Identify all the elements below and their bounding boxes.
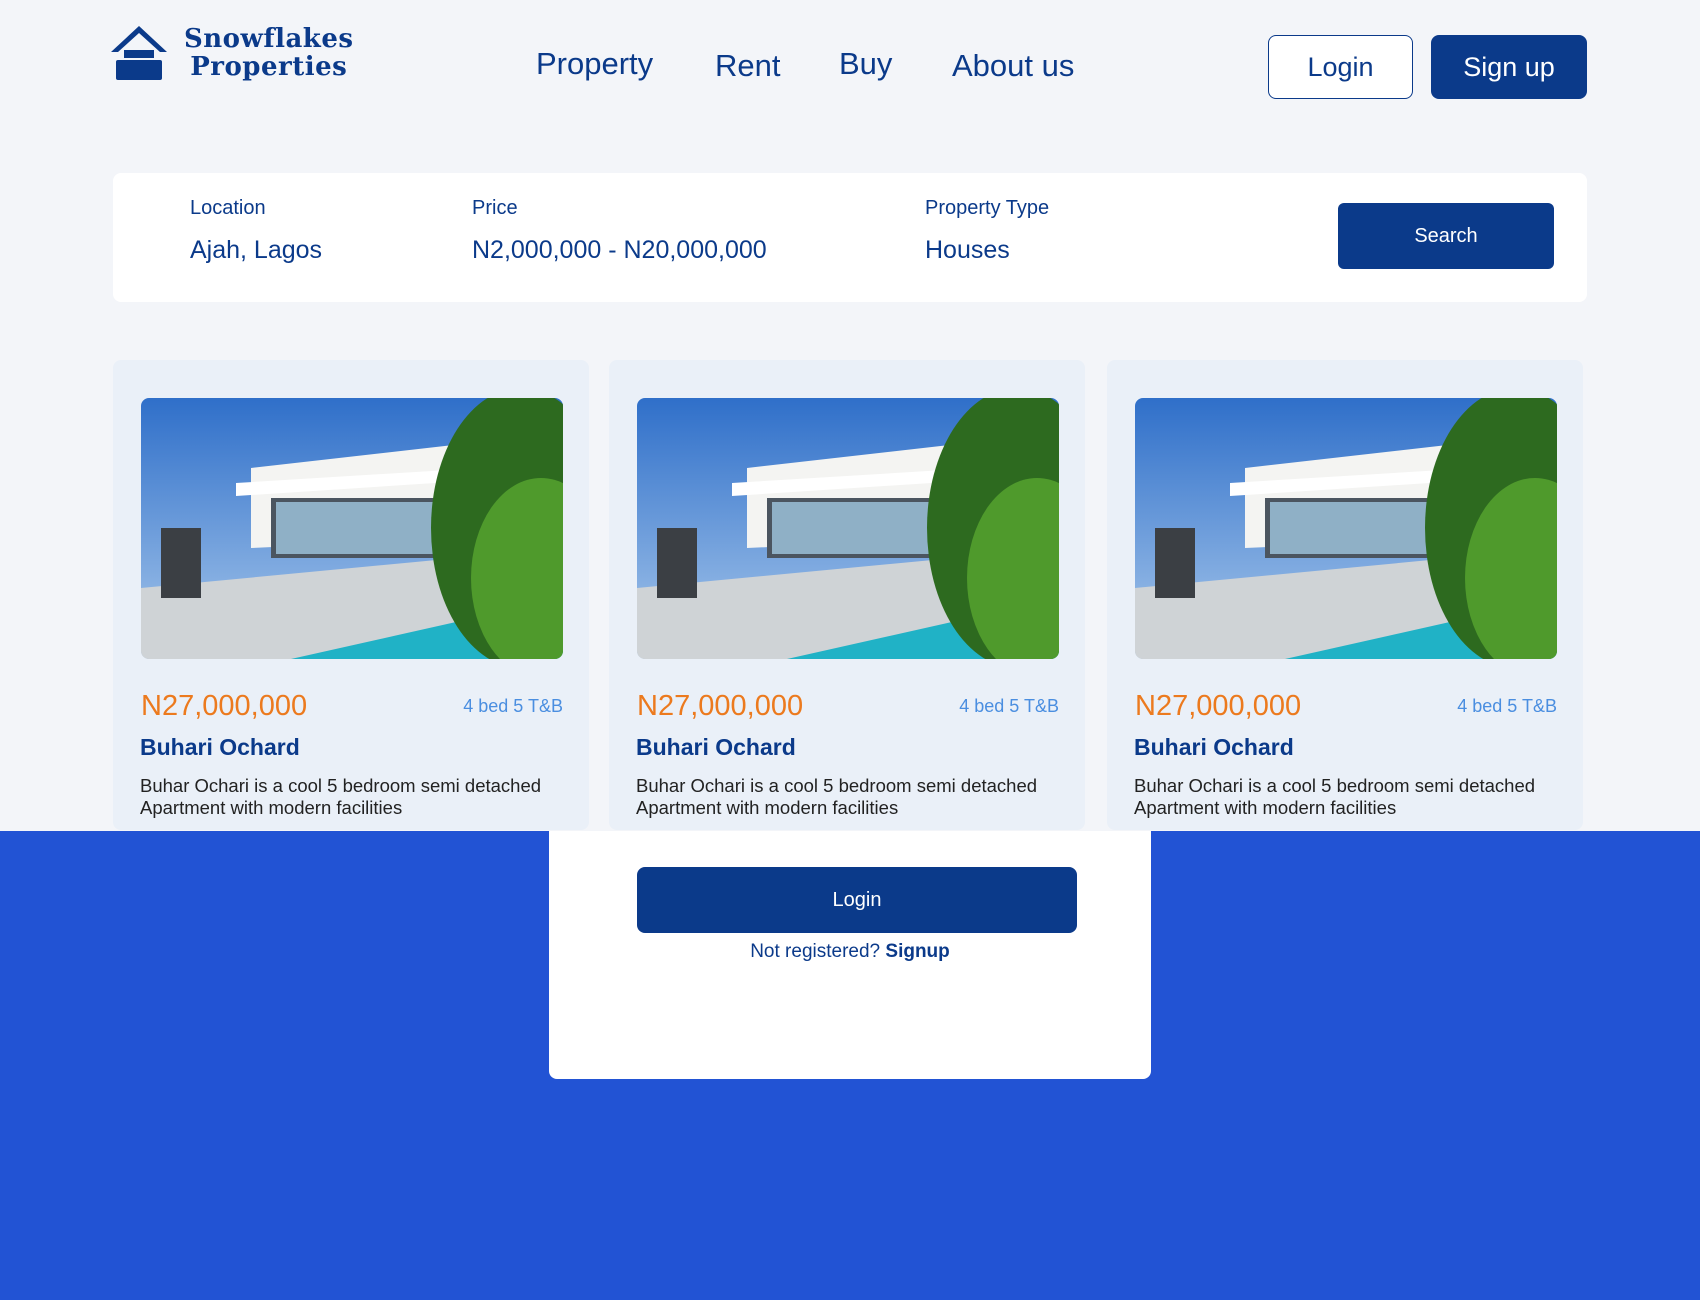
signup-prompt-text: Not registered? <box>750 941 881 962</box>
property-title[interactable]: Buhari Ochard <box>140 734 300 761</box>
property-price: N27,000,000 <box>637 690 804 722</box>
house-photo-image <box>1135 398 1557 659</box>
property-specs: 4 bed 5 T&B <box>1457 696 1557 716</box>
search-button[interactable]: Search <box>1338 203 1554 269</box>
property-price: N27,000,000 <box>141 690 308 722</box>
nav-buy[interactable]: Buy <box>839 46 892 82</box>
property-image[interactable] <box>637 398 1059 659</box>
property-title[interactable]: Buhari Ochard <box>1134 734 1294 761</box>
signup-button[interactable]: Sign up <box>1431 35 1587 99</box>
modal-login-button[interactable]: Login <box>637 867 1077 933</box>
location-label: Location <box>190 197 266 219</box>
property-specs: 4 bed 5 T&B <box>959 696 1059 716</box>
house-logo-icon <box>111 26 167 80</box>
property-image[interactable] <box>141 398 563 659</box>
property-type-label: Property Type <box>925 197 1050 219</box>
house-photo-image <box>637 398 1059 659</box>
property-description: Buhar Ochari is a cool 5 bedroom semi de… <box>140 775 542 818</box>
nav-rent[interactable]: Rent <box>715 48 780 84</box>
location-value[interactable]: Ajah, Lagos <box>190 236 322 265</box>
price-field[interactable]: Price N2,000,000 - N20,000,000 <box>472 197 767 265</box>
location-field[interactable]: Location Ajah, Lagos <box>190 197 322 265</box>
property-description: Buhar Ochari is a cool 5 bedroom semi de… <box>1134 775 1536 818</box>
nav-property[interactable]: Property <box>536 46 653 82</box>
property-title[interactable]: Buhari Ochard <box>636 734 796 761</box>
login-modal: Login Not registered? Signup <box>549 831 1151 1079</box>
house-photo-image <box>141 398 563 659</box>
property-card[interactable]: N27,000,000 4 bed 5 T&B Buhari Ochard Bu… <box>1107 360 1583 830</box>
price-value[interactable]: N2,000,000 - N20,000,000 <box>472 236 767 265</box>
property-type-value[interactable]: Houses <box>925 236 1049 265</box>
property-specs: 4 bed 5 T&B <box>463 696 563 716</box>
brand-name-line1: Snowflakes <box>184 24 354 54</box>
signup-link[interactable]: Signup <box>885 941 949 962</box>
property-image[interactable] <box>1135 398 1557 659</box>
brand-logo[interactable]: Snowflakes Properties <box>110 24 354 82</box>
login-button[interactable]: Login <box>1268 35 1413 99</box>
property-type-field[interactable]: Property Type Houses <box>925 197 1049 265</box>
price-label: Price <box>472 197 518 219</box>
brand-name-line2: Properties <box>190 52 348 82</box>
property-description: Buhar Ochari is a cool 5 bedroom semi de… <box>636 775 1038 818</box>
property-price: N27,000,000 <box>1135 690 1302 722</box>
property-card[interactable]: N27,000,000 4 bed 5 T&B Buhari Ochard Bu… <box>113 360 589 830</box>
property-card[interactable]: N27,000,000 4 bed 5 T&B Buhari Ochard Bu… <box>609 360 1085 830</box>
brand-name: Snowflakes Properties <box>184 25 354 81</box>
nav-about[interactable]: About us <box>952 48 1074 84</box>
signup-prompt: Not registered? Signup <box>549 941 1151 963</box>
